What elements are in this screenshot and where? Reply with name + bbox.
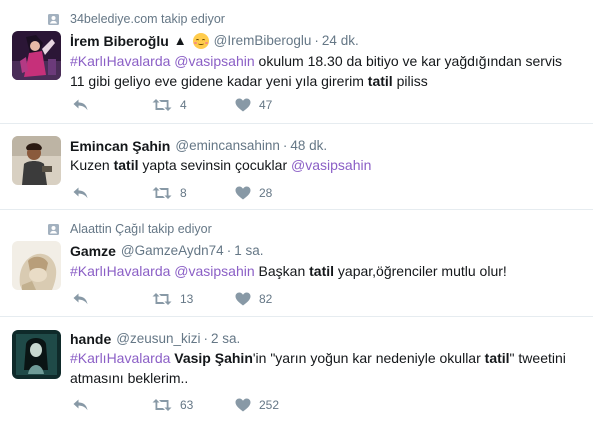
reply-button[interactable] [72,290,89,308]
text-segment: yapta sevinsin çocuklar [138,157,292,173]
timestamp[interactable]: 24 dk. [322,32,359,50]
heart-icon [235,98,251,112]
retweet-button[interactable]: 8 [152,184,187,202]
hashtag-link[interactable]: #KarlıHavalarda [70,350,170,366]
person-follow-icon [48,13,59,25]
retweet-icon [152,99,172,111]
text-segment: Başkan [254,263,310,279]
separator: · [314,33,319,48]
hashtag-link[interactable]: #KarlıHavalarda [70,263,170,279]
bold-name: Vasip Şahin [174,350,253,366]
relieved-emoji-icon [192,33,209,49]
like-button[interactable]: 47 [235,96,272,114]
highlighted-keyword: tatil [484,350,510,366]
tweet-header: Gamze @GamzeAydn74 · 1 sa. [70,242,263,260]
separator: · [203,331,208,346]
tweet-actions: 63 252 [70,396,370,414]
like-count: 82 [259,292,273,306]
social-context[interactable]: Alaattin Çağıl takip ediyor [47,221,212,237]
tweet[interactable]: hande @zeusun_kizi · 2 sa. #KarlıHavalar… [0,317,593,423]
reply-icon [73,293,88,305]
social-context[interactable]: 34belediye.com takip ediyor [47,11,225,27]
person-follow-icon [48,223,59,235]
retweet-count: 13 [180,292,194,306]
timestamp[interactable]: 48 dk. [290,137,327,155]
tweet-actions: 8 28 [70,184,370,202]
like-count: 47 [259,98,273,112]
tweet-header: Emincan Şahin @emincansahinn · 48 dk. [70,137,327,155]
tweet-header: İrem Biberoğlu ▲ @IremBiberoglu · 24 dk. [70,32,359,50]
author-name[interactable]: Gamze [70,242,116,260]
mention-link[interactable]: @vasipsahin [291,157,371,173]
retweet-button[interactable]: 4 [152,96,187,114]
text-segment: Kuzen [70,157,114,173]
retweet-count: 63 [180,398,194,412]
text-segment: piliss [392,73,428,89]
highlighted-keyword: tatil [367,73,393,89]
avatar[interactable] [12,241,61,290]
retweet-button[interactable]: 13 [152,290,193,308]
avatar[interactable] [12,136,61,185]
tweet[interactable]: Emincan Şahin @emincansahinn · 48 dk. Ku… [0,124,593,210]
tweet[interactable]: 34belediye.com takip ediyor İrem Biberoğ… [0,0,593,124]
heart-icon [235,186,251,200]
tweet-header: hande @zeusun_kizi · 2 sa. [70,330,240,348]
separator: · [282,138,288,153]
tweet-text: #KarlıHavalarda Vasip Şahin'in "yarın yo… [70,348,580,388]
like-button[interactable]: 252 [235,396,279,414]
mention-link[interactable]: @vasipsahin [174,53,254,69]
timeline: 34belediye.com takip ediyor İrem Biberoğ… [0,0,593,423]
reply-icon [73,187,88,199]
avatar[interactable] [12,330,61,379]
author-handle[interactable]: @IremBiberoglu [214,32,312,50]
heart-icon [235,292,251,306]
author-handle[interactable]: @emincansahinn [175,137,280,155]
reply-icon [73,399,88,411]
separator: · [226,243,232,258]
timestamp[interactable]: 1 sa. [234,242,263,260]
social-context-text: 34belediye.com takip ediyor [70,12,225,26]
author-badge: ▲ [173,33,187,48]
highlighted-keyword: tatil [113,157,139,173]
like-count: 252 [259,398,280,412]
mention-link[interactable]: @vasipsahin [174,263,254,279]
author-name[interactable]: Emincan Şahin [70,137,170,155]
like-button[interactable]: 82 [235,290,272,308]
author-name[interactable]: İrem Biberoğlu [70,32,169,50]
reply-button[interactable] [72,96,89,114]
like-button[interactable]: 28 [235,184,272,202]
avatar[interactable] [12,31,61,80]
highlighted-keyword: tatil [309,263,335,279]
timestamp[interactable]: 2 sa. [211,330,240,348]
reply-button[interactable] [72,396,89,414]
tweet-text: #KarlıHavalarda @vasipsahin Başkan tatil… [70,261,580,281]
author-name[interactable]: hande [70,330,111,348]
retweet-icon [152,293,172,305]
reply-icon [73,99,88,111]
tweet-text: #KarlıHavalarda @vasipsahin okulum 18.30… [70,51,580,91]
author-handle[interactable]: @GamzeAydn74 [121,242,224,260]
retweet-count: 4 [180,98,187,112]
like-count: 28 [259,186,273,200]
tweet-text: Kuzen tatil yapta sevinsin çocuklar @vas… [70,155,580,175]
retweet-icon [152,187,172,199]
reply-button[interactable] [72,184,89,202]
hashtag-link[interactable]: #KarlıHavalarda [70,53,170,69]
text-segment: yapar,öğrenciler mutlu olur! [334,263,507,279]
heart-icon [235,398,251,412]
tweet[interactable]: Alaattin Çağıl takip ediyor Gamze @Gamze… [0,210,593,317]
text-segment: 'in "yarın yoğun kar nedeniyle okullar [252,350,485,366]
retweet-count: 8 [180,186,187,200]
retweet-button[interactable]: 63 [152,396,193,414]
retweet-icon [152,399,172,411]
social-context-text: Alaattin Çağıl takip ediyor [70,222,212,236]
tweet-actions: 13 82 [70,290,370,308]
author-handle[interactable]: @zeusun_kizi [116,330,200,348]
tweet-actions: 4 47 [70,96,370,114]
